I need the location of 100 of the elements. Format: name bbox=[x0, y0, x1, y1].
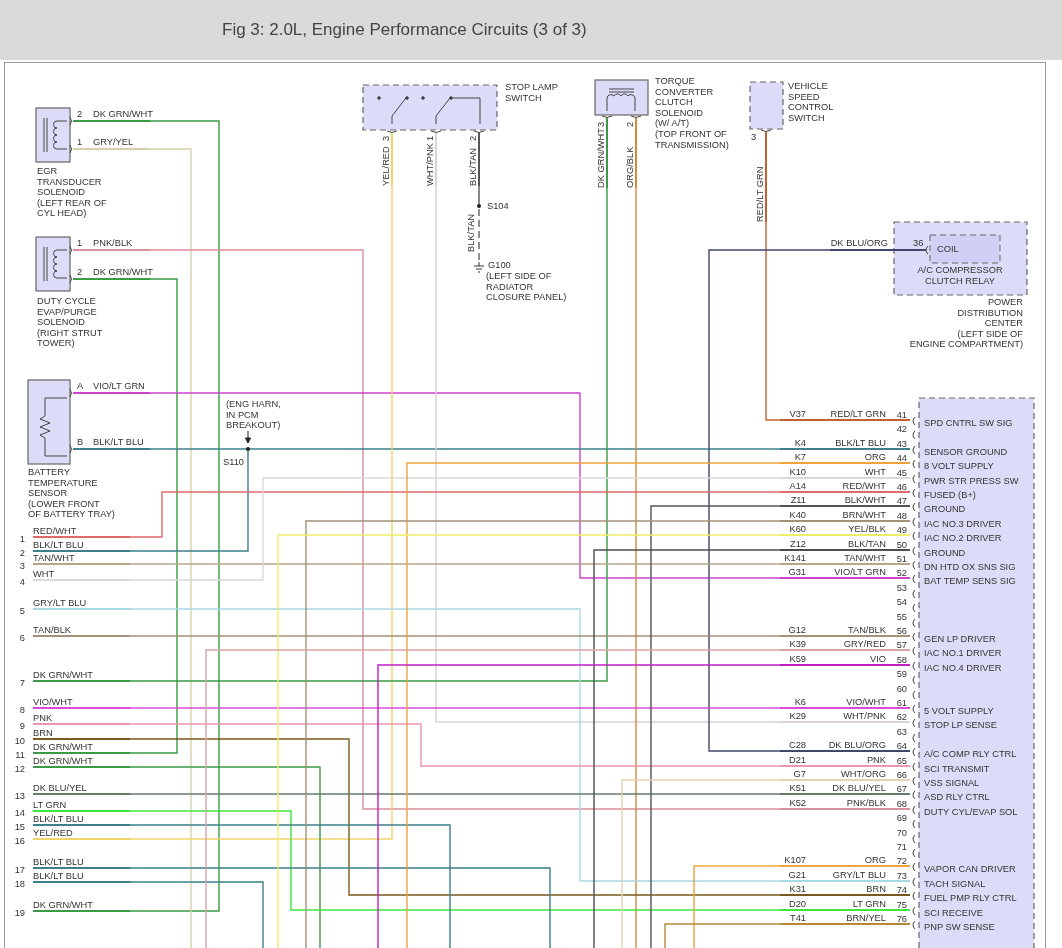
pin-number: 3 bbox=[19, 561, 25, 571]
pin-number: 70 bbox=[896, 828, 907, 838]
wire-label: BLK/TAN bbox=[847, 539, 886, 549]
pin-function: FUEL PMP RLY CTRL bbox=[924, 893, 1017, 903]
pin-number: 76 bbox=[896, 914, 907, 924]
component-label: STOP LAMP SWITCH bbox=[505, 82, 558, 103]
wire-label: LT GRN bbox=[33, 800, 67, 810]
pin-socket bbox=[69, 444, 72, 454]
pin-number: 1 bbox=[77, 137, 83, 147]
wire-label: DK GRN/WHT bbox=[33, 742, 93, 752]
pin-number: 61 bbox=[896, 698, 907, 708]
circuit-label: T41 bbox=[789, 913, 806, 923]
wire-label: VIO bbox=[870, 654, 886, 664]
pin-function: IAC NO.4 DRIVER bbox=[924, 663, 1002, 673]
pin-function: STOP LP SENSE bbox=[924, 720, 997, 730]
wire-label: RED/LT GRN bbox=[755, 166, 765, 222]
pin-number: 56 bbox=[896, 626, 907, 636]
wire-label: TAN/BLK bbox=[847, 625, 886, 635]
pin-number: 10 bbox=[14, 736, 25, 746]
pin-number: 46 bbox=[896, 482, 907, 492]
wire-label: BRN bbox=[33, 728, 53, 738]
pin-number: 62 bbox=[896, 712, 907, 722]
splice-label: S110 bbox=[223, 457, 245, 467]
pin-function: VSS SIGNAL bbox=[924, 778, 980, 788]
wire-label: VIO/LT GRN bbox=[93, 381, 145, 391]
pin-number: 65 bbox=[896, 756, 907, 766]
switch-box bbox=[749, 81, 784, 130]
pin-number: 64 bbox=[896, 741, 907, 751]
pin-function: GROUND bbox=[924, 548, 966, 558]
circuit-label: D21 bbox=[788, 755, 806, 765]
pin-number: 44 bbox=[896, 453, 907, 463]
pin-number: 3 bbox=[596, 121, 606, 127]
pin-function: SPD CNTRL SW SIG bbox=[924, 418, 1013, 428]
wire-label: WHT bbox=[864, 467, 886, 477]
pin-socket bbox=[473, 130, 485, 133]
pin-number: 42 bbox=[896, 424, 907, 434]
wire-label: VIO/LT GRN bbox=[834, 567, 886, 577]
pin-number: 41 bbox=[896, 410, 907, 420]
pin-number: 45 bbox=[896, 468, 907, 478]
wire-label: ORG bbox=[864, 855, 886, 865]
wire-label: TAN/WHT bbox=[844, 553, 886, 563]
pin-number: 1 bbox=[425, 135, 435, 141]
wire-label: PNK/BLK bbox=[93, 238, 133, 248]
circuit-label: C28 bbox=[788, 740, 806, 750]
pin-number: 9 bbox=[19, 721, 25, 731]
coil-icon bbox=[43, 246, 68, 282]
wire-label: PNK/BLK bbox=[846, 798, 886, 808]
wire-label: DK BLU/YEL bbox=[33, 783, 87, 793]
wire-label: DK BLU/YEL bbox=[832, 783, 886, 793]
pin-function: 5 VOLT SUPPLY bbox=[924, 706, 994, 716]
wire-label: VIO/WHT bbox=[33, 697, 73, 707]
component-label: TORQUE CONVERTER CLUTCH SOLENOID (W/ A/T) (TOP FRONT OF TRANSMISSION) bbox=[655, 76, 729, 150]
pin-number: 2 bbox=[19, 548, 25, 558]
circuit-label: K29 bbox=[789, 711, 806, 721]
wire-label: DK BLU/ORG bbox=[830, 238, 888, 248]
pin-number: 74 bbox=[896, 885, 907, 895]
coil-icon bbox=[43, 117, 68, 153]
wire-label: LT GRN bbox=[852, 899, 886, 909]
pin-number: 2 bbox=[77, 109, 83, 119]
coil-icon bbox=[606, 88, 636, 112]
pin-function: SENSOR GROUND bbox=[924, 447, 1008, 457]
pin-number: 73 bbox=[896, 871, 907, 881]
circuit-label: G21 bbox=[788, 870, 806, 880]
circuit-label: K10 bbox=[789, 467, 806, 477]
pin-number: 72 bbox=[896, 856, 907, 866]
pin-function: IAC NO.1 DRIVER bbox=[924, 648, 1002, 658]
pin-socket bbox=[925, 245, 929, 255]
pin-socket bbox=[69, 274, 72, 284]
pin-number: 7 bbox=[19, 678, 25, 688]
pin-function: PNP SW SENSE bbox=[924, 922, 995, 932]
wire-label: PNK bbox=[866, 755, 886, 765]
splice-dot bbox=[246, 447, 250, 451]
component-label: A/C COMPRESSOR CLUTCH RELAY bbox=[917, 265, 1003, 286]
wire-label: BLK/LT BLU bbox=[33, 814, 84, 824]
pin-number: 49 bbox=[896, 525, 907, 535]
component-label: VEHICLE SPEED CONTROL SWITCH bbox=[788, 81, 834, 123]
wire-label: RED/LT GRN bbox=[830, 409, 886, 419]
wire-label: DK GRN/WHT bbox=[596, 128, 606, 188]
pin-function: SCI TRANSMIT bbox=[924, 764, 990, 774]
pin-function: FUSED (B+) bbox=[924, 490, 976, 500]
pin-number: 1 bbox=[77, 238, 83, 248]
pin-number: 59 bbox=[896, 669, 907, 679]
wire-label: DK GRN/WHT bbox=[93, 109, 153, 119]
pin-number: 5 bbox=[19, 606, 25, 616]
solenoid-box bbox=[594, 79, 649, 116]
pin-socket bbox=[69, 388, 72, 398]
wire-label: WHT bbox=[33, 569, 55, 579]
pin-number: 12 bbox=[14, 764, 25, 774]
circuit-label: G31 bbox=[788, 567, 806, 577]
pin-number: 50 bbox=[896, 540, 907, 550]
pin-number: 51 bbox=[896, 554, 907, 564]
pin-function: ASD RLY CTRL bbox=[924, 792, 990, 802]
circuit-label: K107 bbox=[784, 855, 806, 865]
location-label: POWER DISTRIBUTION CENTER (LEFT SIDE OF ENGINE COMPARTMENT) bbox=[909, 297, 1023, 350]
pin-number: 75 bbox=[896, 900, 907, 910]
wire-label: YEL/RED bbox=[381, 146, 391, 186]
circuit-label: K60 bbox=[789, 524, 806, 534]
pin-number: 2 bbox=[625, 121, 635, 127]
wire-label: BLK/TAN bbox=[466, 213, 476, 252]
wire-label: GRY/YEL bbox=[93, 137, 134, 147]
